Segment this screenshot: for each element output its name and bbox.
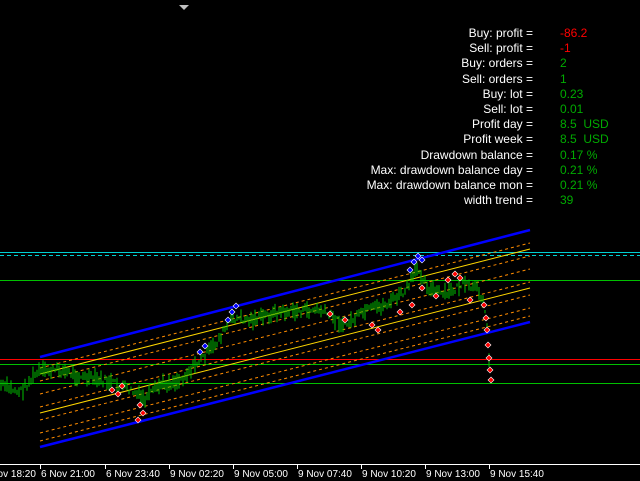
stat-value: 0.21 %	[560, 177, 598, 192]
stat-value: -1	[560, 41, 571, 56]
stat-value: 0.21 %	[560, 162, 598, 177]
channel-outer-lower-line	[39, 320, 531, 449]
stat-row-buy-profit: Buy: profit = -86.2	[360, 26, 620, 41]
chart-window[interactable]: Buy: profit = -86.2 Sell: profit = -1 Bu…	[0, 0, 640, 480]
time-label: 6 Nov 18:20	[0, 469, 36, 480]
sell-marker	[487, 376, 495, 384]
stat-label: Drawdown balance =	[420, 147, 533, 162]
stats-panel: Buy: profit = -86.2 Sell: profit = -1 Bu…	[360, 26, 620, 208]
trade-markers	[108, 252, 495, 424]
time-label: 9 Nov 13:00	[426, 469, 480, 480]
stat-label: width trend =	[463, 193, 533, 208]
time-label: 6 Nov 23:40	[106, 469, 160, 480]
stat-label: Max: drawdown balance mon =	[366, 177, 533, 192]
stat-label: Sell: orders =	[461, 71, 533, 86]
stat-value: 0.17 %	[560, 147, 598, 162]
stat-label: Max: drawdown balance day =	[370, 162, 533, 177]
channel-outer-upper-line	[39, 228, 531, 359]
sell-marker	[484, 341, 492, 349]
stat-row-width-trend: width trend = 39	[360, 193, 620, 208]
sell-marker	[408, 301, 416, 309]
stat-row-max-drawdown-day: Max: drawdown balance day = 0.21 %	[360, 163, 620, 178]
stat-row-buy-orders: Buy: orders = 2	[360, 56, 620, 71]
stat-value: 39	[560, 193, 574, 208]
sell-marker	[396, 308, 404, 316]
stat-value: 8.5 USD	[560, 132, 609, 147]
stat-value: 0.23	[560, 86, 584, 101]
time-label: 9 Nov 05:00	[234, 469, 288, 480]
sell-marker	[466, 296, 474, 304]
sell-marker	[114, 390, 122, 398]
stat-value: 8.5 USD	[560, 117, 609, 132]
sell-marker	[485, 354, 493, 362]
stat-value: 2	[560, 56, 567, 71]
sell-marker	[444, 276, 452, 284]
buy-marker	[224, 316, 232, 324]
stat-label: Buy: lot =	[482, 86, 533, 101]
stat-row-sell-lot: Sell: lot = 0.01	[360, 102, 620, 117]
stat-label: Sell: lot =	[483, 101, 533, 116]
stat-row-profit-day: Profit day = 8.5 USD	[360, 117, 620, 132]
channel-inner-lower-line	[39, 287, 531, 414]
sell-marker	[374, 326, 382, 334]
sell-marker	[368, 321, 376, 329]
stat-label: Buy: profit =	[468, 26, 533, 40]
stat-row-sell-orders: Sell: orders = 1	[360, 72, 620, 87]
time-label: 9 Nov 10:20	[362, 469, 416, 480]
price-candles	[0, 262, 490, 408]
stat-row-profit-week: Profit week = 8.5 USD	[360, 132, 620, 147]
stat-row-drawdown-balance: Drawdown balance = 0.17 %	[360, 148, 620, 163]
time-label: 9 Nov 07:40	[298, 469, 352, 480]
sell-marker	[432, 292, 440, 300]
stat-label: Buy: orders =	[461, 56, 533, 71]
sell-marker	[326, 310, 334, 318]
buy-marker	[228, 308, 236, 316]
stat-label: Sell: profit =	[469, 41, 533, 56]
buy-marker	[406, 266, 414, 274]
stat-value: 0.01	[560, 101, 584, 116]
sell-marker	[108, 386, 116, 394]
time-label: 6 Nov 21:00	[41, 469, 95, 480]
stat-value: 1	[560, 71, 567, 86]
chart-shift-marker[interactable]	[179, 5, 189, 10]
stat-row-buy-lot: Buy: lot = 0.23	[360, 87, 620, 102]
sell-marker	[486, 366, 494, 374]
buy-marker	[232, 302, 240, 310]
time-axis: 6 Nov 18:20 6 Nov 21:00 6 Nov 23:40 9 No…	[0, 464, 640, 481]
time-label: 9 Nov 15:40	[490, 469, 544, 480]
sell-marker	[136, 401, 144, 409]
time-label: 9 Nov 02:20	[170, 469, 224, 480]
stat-label: Profit day =	[471, 117, 533, 132]
stat-row-max-drawdown-mon: Max: drawdown balance mon = 0.21 %	[360, 178, 620, 193]
sell-marker	[418, 284, 426, 292]
stat-label: Profit week =	[463, 132, 533, 147]
stat-row-sell-profit: Sell: profit = -1	[360, 41, 620, 56]
stat-value: -86.2	[560, 26, 588, 40]
